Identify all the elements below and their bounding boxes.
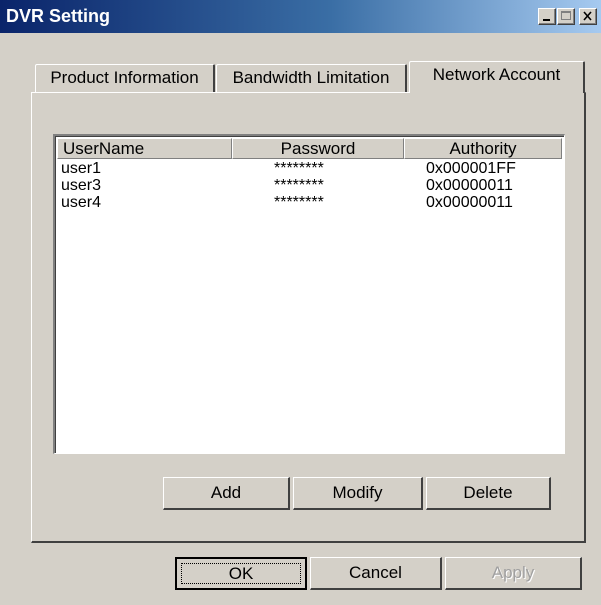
focus-rectangle (181, 563, 301, 584)
column-header-username[interactable]: UserName (57, 138, 232, 159)
tab-label: Product Information (50, 68, 199, 87)
tab-network-account[interactable]: Network Account (409, 61, 585, 93)
username-cell: user3 (61, 177, 102, 194)
modify-button[interactable]: Modify (293, 477, 423, 510)
username-cell: user4 (61, 194, 102, 211)
close-button[interactable] (579, 8, 597, 25)
add-button[interactable]: Add (163, 477, 290, 510)
tab-label: Bandwidth Limitation (232, 68, 390, 87)
maximize-icon (561, 11, 571, 20)
tab-product-information[interactable]: Product Information (35, 64, 215, 92)
delete-button[interactable]: Delete (426, 477, 551, 510)
column-header-password[interactable]: Password (232, 138, 404, 159)
delete-button-label: Delete (463, 483, 513, 502)
column-header-label: UserName (63, 139, 145, 158)
table-row[interactable]: user4 ******** 0x00000011 (57, 194, 562, 211)
ok-button[interactable]: OK (175, 557, 307, 590)
table-row[interactable]: user1 ******** 0x000001FF (57, 160, 562, 177)
column-header-label: Password (280, 139, 356, 158)
password-cell: ******** (274, 177, 324, 194)
title-bar[interactable]: DVR Setting (0, 0, 601, 33)
table-row[interactable]: user3 ******** 0x00000011 (57, 177, 562, 194)
tab-label: Network Account (432, 65, 561, 84)
dvr-setting-window: DVR Setting Product Information Bandwidt… (0, 0, 601, 605)
list-header: UserName Password Authority (57, 138, 562, 159)
maximize-button[interactable] (557, 8, 575, 25)
password-cell: ******** (274, 194, 324, 211)
minimize-button[interactable] (538, 8, 556, 25)
window-title: DVR Setting (6, 6, 111, 26)
accounts-list[interactable]: UserName Password Authority user1 ******… (53, 134, 565, 454)
apply-button-label: Apply (491, 563, 535, 582)
add-button-label: Add (210, 483, 242, 502)
cancel-button[interactable]: Cancel (310, 557, 442, 590)
cancel-button-label: Cancel (349, 563, 402, 582)
minimize-icon (543, 19, 550, 21)
column-header-label: Authority (449, 139, 517, 158)
authority-cell: 0x00000011 (426, 194, 513, 211)
modify-button-label: Modify (332, 483, 383, 502)
close-icon (583, 11, 592, 21)
apply-button[interactable]: Apply (445, 557, 582, 590)
password-cell: ******** (274, 160, 324, 177)
authority-cell: 0x00000011 (426, 177, 513, 194)
column-header-authority[interactable]: Authority (404, 138, 562, 159)
username-cell: user1 (61, 160, 102, 177)
tab-bandwidth-limitation[interactable]: Bandwidth Limitation (216, 64, 407, 92)
authority-cell: 0x000001FF (426, 160, 516, 177)
